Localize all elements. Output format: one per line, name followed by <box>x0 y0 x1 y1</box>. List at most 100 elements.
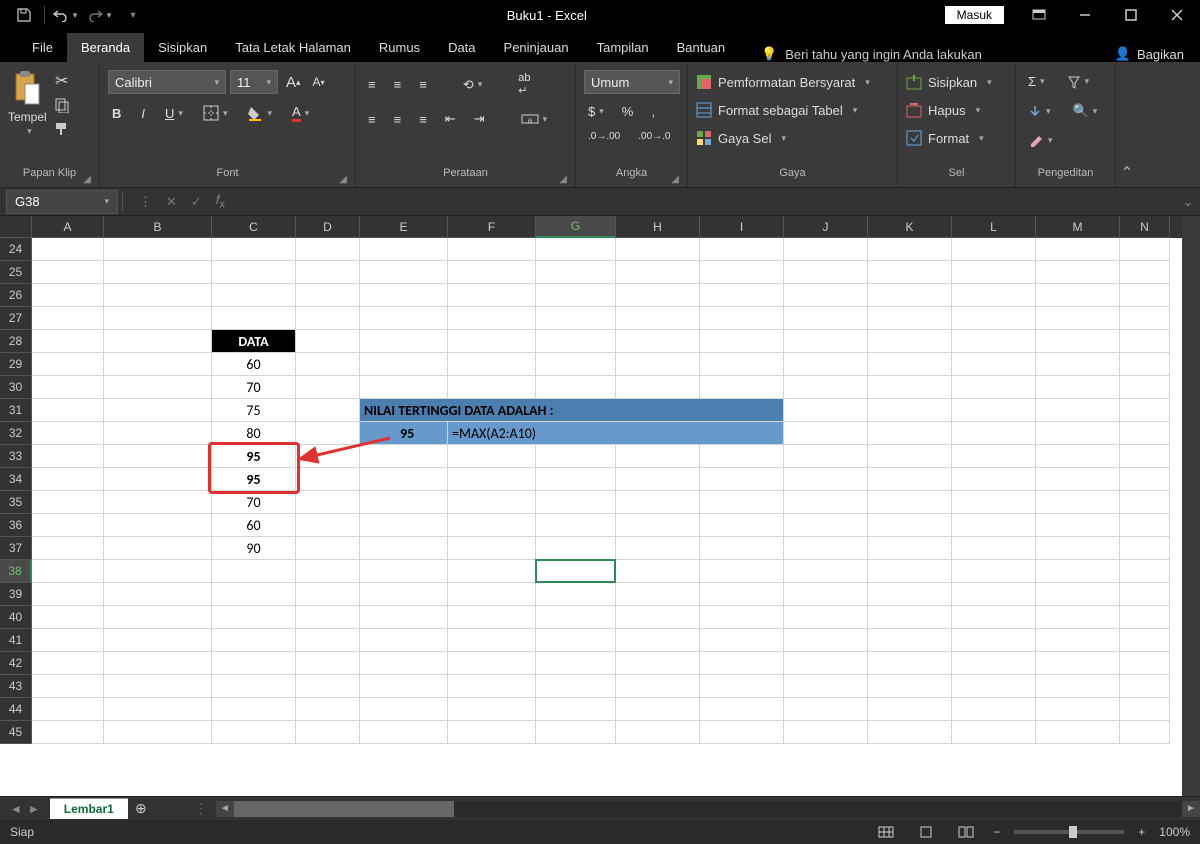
cell-N30[interactable] <box>1120 376 1170 399</box>
cell-A35[interactable] <box>32 491 104 514</box>
cell-H35[interactable] <box>616 491 700 514</box>
column-header-B[interactable]: B <box>104 216 212 238</box>
cell-D39[interactable] <box>296 583 360 606</box>
cut-icon[interactable]: ✂ <box>53 72 71 90</box>
insert-cells-button[interactable]: Sisipkan▾ <box>906 72 992 92</box>
cell-F28[interactable] <box>448 330 536 353</box>
cell-G25[interactable] <box>536 261 616 284</box>
zoom-in-button[interactable]: + <box>1138 825 1145 839</box>
maximize-button[interactable] <box>1108 0 1154 30</box>
name-box[interactable]: G38▾ <box>6 190 118 214</box>
cell-E33[interactable] <box>360 445 448 468</box>
cell-G28[interactable] <box>536 330 616 353</box>
cell-A44[interactable] <box>32 698 104 721</box>
cell-C37[interactable]: 90 <box>212 537 296 560</box>
cell-G29[interactable] <box>536 353 616 376</box>
formula-input[interactable] <box>235 190 1176 214</box>
cell-E40[interactable] <box>360 606 448 629</box>
cell-J32[interactable] <box>784 422 868 445</box>
cell-H30[interactable] <box>616 376 700 399</box>
cell-C32[interactable]: 80 <box>212 422 296 445</box>
cell-D30[interactable] <box>296 376 360 399</box>
row-header-42[interactable]: 42 <box>0 652 32 675</box>
row-header-30[interactable]: 30 <box>0 376 32 399</box>
cell-E39[interactable] <box>360 583 448 606</box>
cell-E25[interactable] <box>360 261 448 284</box>
cell-D38[interactable] <box>296 560 360 583</box>
cell-L41[interactable] <box>952 629 1036 652</box>
cell-H33[interactable] <box>616 445 700 468</box>
column-header-L[interactable]: L <box>952 216 1036 238</box>
cell-E30[interactable] <box>360 376 448 399</box>
cell-C44[interactable] <box>212 698 296 721</box>
row-header-27[interactable]: 27 <box>0 307 32 330</box>
cell-B45[interactable] <box>104 721 212 744</box>
cell-E24[interactable] <box>360 238 448 261</box>
cell-B42[interactable] <box>104 652 212 675</box>
cell-B43[interactable] <box>104 675 212 698</box>
cell-L33[interactable] <box>952 445 1036 468</box>
cell-M27[interactable] <box>1036 307 1120 330</box>
cell-K28[interactable] <box>868 330 952 353</box>
cell-I45[interactable] <box>700 721 784 744</box>
qat-customize[interactable]: ▾ <box>117 1 149 29</box>
cell-F37[interactable] <box>448 537 536 560</box>
cell-L38[interactable] <box>952 560 1036 583</box>
row-header-45[interactable]: 45 <box>0 721 32 744</box>
cell-D27[interactable] <box>296 307 360 330</box>
cell-M40[interactable] <box>1036 606 1120 629</box>
cell-G45[interactable] <box>536 721 616 744</box>
increase-indent-icon[interactable]: ⇥ <box>470 109 489 129</box>
cell-J39[interactable] <box>784 583 868 606</box>
cell-L32[interactable] <box>952 422 1036 445</box>
cell-N26[interactable] <box>1120 284 1170 307</box>
cell-F39[interactable] <box>448 583 536 606</box>
cell-C43[interactable] <box>212 675 296 698</box>
cell-C42[interactable] <box>212 652 296 675</box>
page-layout-view-icon[interactable] <box>913 823 939 841</box>
cell-J45[interactable] <box>784 721 868 744</box>
number-dialog-launcher[interactable]: ◢ <box>671 174 679 185</box>
format-as-table-button[interactable]: Format sebagai Tabel▾ <box>696 100 857 120</box>
font-size-combo[interactable]: 11▾ <box>230 70 278 94</box>
cell-K29[interactable] <box>868 353 952 376</box>
cell-E26[interactable] <box>360 284 448 307</box>
cell-H24[interactable] <box>616 238 700 261</box>
cell-I33[interactable] <box>700 445 784 468</box>
cell-C27[interactable] <box>212 307 296 330</box>
cell-N36[interactable] <box>1120 514 1170 537</box>
cell-N31[interactable] <box>1120 399 1170 422</box>
cell-styles-button[interactable]: Gaya Sel▾ <box>696 128 786 148</box>
cell-B33[interactable] <box>104 445 212 468</box>
cell-C24[interactable] <box>212 238 296 261</box>
cell-C33[interactable]: 95 <box>212 445 296 468</box>
row-header-25[interactable]: 25 <box>0 261 32 284</box>
cell-D28[interactable] <box>296 330 360 353</box>
zoom-slider[interactable] <box>1014 830 1124 834</box>
cell-F40[interactable] <box>448 606 536 629</box>
cell-I25[interactable] <box>700 261 784 284</box>
cell-H40[interactable] <box>616 606 700 629</box>
cell-B37[interactable] <box>104 537 212 560</box>
cell-M36[interactable] <box>1036 514 1120 537</box>
cell-C30[interactable]: 70 <box>212 376 296 399</box>
cell-B27[interactable] <box>104 307 212 330</box>
cell-I27[interactable] <box>700 307 784 330</box>
cell-J33[interactable] <box>784 445 868 468</box>
row-header-44[interactable]: 44 <box>0 698 32 721</box>
cell-J26[interactable] <box>784 284 868 307</box>
row-header-31[interactable]: 31 <box>0 399 32 422</box>
cell-I43[interactable] <box>700 675 784 698</box>
cell-D44[interactable] <box>296 698 360 721</box>
format-cells-button[interactable]: Format▾ <box>906 128 984 148</box>
cell-J38[interactable] <box>784 560 868 583</box>
cell-J24[interactable] <box>784 238 868 261</box>
row-header-33[interactable]: 33 <box>0 445 32 468</box>
tell-me[interactable]: 💡 Beri tahu yang ingin Anda lakukan <box>761 46 982 62</box>
cell-I37[interactable] <box>700 537 784 560</box>
cell-D33[interactable] <box>296 445 360 468</box>
cell-L34[interactable] <box>952 468 1036 491</box>
cell-N25[interactable] <box>1120 261 1170 284</box>
row-header-29[interactable]: 29 <box>0 353 32 376</box>
cell-M44[interactable] <box>1036 698 1120 721</box>
